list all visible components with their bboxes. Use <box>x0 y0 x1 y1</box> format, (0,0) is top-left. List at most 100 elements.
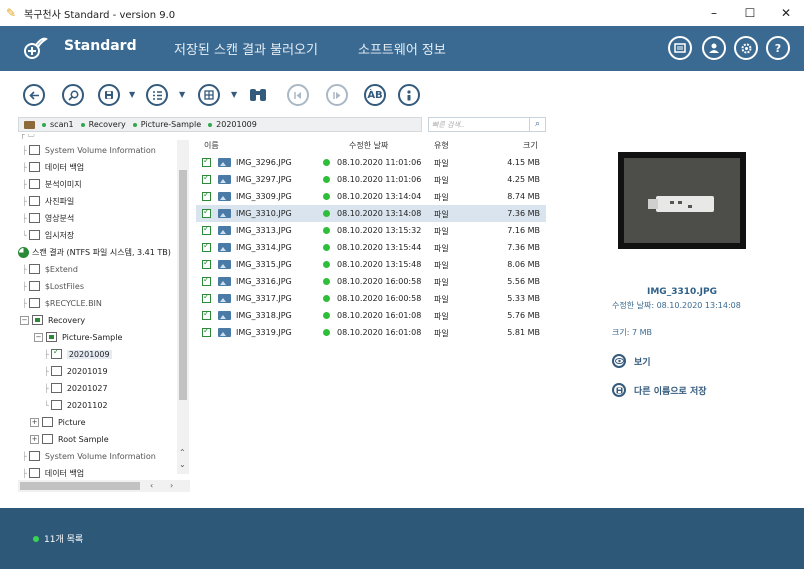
user-icon[interactable] <box>702 36 726 60</box>
grid-view-dropdown-caret[interactable]: ▼ <box>231 90 239 99</box>
row-checkbox[interactable] <box>202 275 211 286</box>
row-checkbox[interactable] <box>202 241 211 252</box>
search-icon[interactable] <box>62 84 84 106</box>
tree-item[interactable]: ├ 사진파일 <box>22 193 74 209</box>
image-file-icon <box>218 243 231 252</box>
tree-item[interactable]: ├ $RECYCLE.BIN <box>22 295 102 311</box>
expand-icon[interactable]: + <box>30 434 39 444</box>
tree-item[interactable]: └ 20201102 <box>44 397 108 413</box>
search-icon[interactable]: ⌕ <box>529 118 545 131</box>
file-size: 4.15 MB <box>507 158 540 167</box>
tree-item[interactable]: ├ 분석이미지 <box>22 176 82 192</box>
row-checkbox[interactable] <box>202 190 211 201</box>
tree-item[interactable]: ├ 데이터 백업 <box>22 159 84 175</box>
row-checkbox[interactable] <box>202 258 211 269</box>
tree-scan-result[interactable]: 스캔 결과 (NTFS 파일 시스템, 3.41 TB) <box>18 244 171 260</box>
tree-item-picture[interactable]: + Picture <box>30 414 86 430</box>
save-icon[interactable] <box>98 84 120 106</box>
expand-icon[interactable]: + <box>30 417 39 427</box>
table-row[interactable]: IMG_3315.JPG 08.10.2020 13:15:48 파일 8.06 MB <box>196 256 546 273</box>
tree-item[interactable]: └ 임시저장 <box>22 227 74 243</box>
collapse-icon[interactable]: − <box>20 315 29 325</box>
table-row[interactable]: IMG_3319.JPG 08.10.2020 16:01:08 파일 5.81 MB <box>196 324 546 341</box>
file-size: 5.76 MB <box>507 311 540 320</box>
table-row[interactable]: IMG_3317.JPG 08.10.2020 16:00:58 파일 5.33 MB <box>196 290 546 307</box>
collapse-icon[interactable]: − <box>34 332 43 342</box>
row-checkbox[interactable] <box>202 173 211 184</box>
column-type[interactable]: 유형 <box>434 140 449 151</box>
tree-item-selected[interactable]: ├20201009 <box>44 346 112 362</box>
tree-item[interactable]: ├ 20201027 <box>44 380 108 396</box>
find-icon[interactable] <box>248 86 268 104</box>
tree-item[interactable]: ├ System Volume Information <box>22 448 156 464</box>
table-row[interactable]: IMG_3309.JPG 08.10.2020 13:14:04 파일 8.74 MB <box>196 188 546 205</box>
tree-item[interactable]: ├ 20201019 <box>44 363 108 379</box>
tree-item[interactable]: ├ System Volume Information <box>22 142 156 158</box>
nav-load-scan[interactable]: 저장된 스캔 결과 불러오기 <box>174 39 318 58</box>
help-icon[interactable]: ? <box>766 36 790 60</box>
prev-icon[interactable] <box>287 84 309 106</box>
breadcrumb: scan1 Recovery Picture-Sample 20201009 <box>18 117 422 132</box>
tree-item-root-sample[interactable]: + Root Sample <box>30 431 109 447</box>
breadcrumb-item[interactable]: scan1 <box>42 120 74 129</box>
file-name: IMG_3310.JPG <box>236 209 292 218</box>
view-button[interactable]: 보기 <box>612 354 651 368</box>
case-icon[interactable]: ÀB <box>364 84 386 106</box>
nav-software-info[interactable]: 소프트웨어 정보 <box>358 39 446 58</box>
scrollbar-thumb[interactable] <box>20 482 140 490</box>
scroll-left-icon[interactable]: ‹ <box>150 481 153 490</box>
breadcrumb-item[interactable]: 20201009 <box>208 120 257 129</box>
minimize-button[interactable]: – <box>696 0 732 26</box>
image-file-icon <box>218 328 231 337</box>
table-row[interactable]: IMG_3314.JPG 08.10.2020 13:15:44 파일 7.36 MB <box>196 239 546 256</box>
next-icon[interactable] <box>326 84 348 106</box>
tree-item-picture-sample[interactable]: − Picture-Sample <box>34 329 122 345</box>
row-checkbox[interactable] <box>202 292 211 303</box>
scroll-down-icon[interactable]: ⌄ <box>179 460 186 469</box>
maximize-button[interactable]: ☐ <box>732 0 768 26</box>
tree-item[interactable]: ├ 데이터 백업 <box>22 465 84 481</box>
row-checkbox[interactable] <box>202 309 211 320</box>
column-name[interactable]: 이름 <box>204 140 219 151</box>
row-checkbox[interactable] <box>202 224 211 235</box>
column-date[interactable]: 수정한 날짜 <box>349 140 388 151</box>
grid-view-icon[interactable] <box>198 84 220 106</box>
tree-horizontal-scrollbar[interactable]: ‹ › <box>18 480 190 492</box>
image-file-icon <box>218 294 231 303</box>
status-dot-icon <box>323 193 330 200</box>
scrollbar-thumb[interactable] <box>179 170 187 400</box>
table-row[interactable]: IMG_3296.JPG 08.10.2020 11:01:06 파일 4.15 MB <box>196 154 546 171</box>
image-file-icon <box>218 209 231 218</box>
breadcrumb-item[interactable]: Picture-Sample <box>132 120 201 129</box>
list-view-icon[interactable] <box>146 84 168 106</box>
message-icon[interactable] <box>668 36 692 60</box>
close-button[interactable]: ✕ <box>768 0 804 26</box>
back-icon[interactable] <box>23 84 45 106</box>
tree-item[interactable]: ├ $Extend <box>22 261 78 277</box>
file-list: 이름 수정한 날짜 유형 크기 IMG_3296.JPG 08.10.2020 1… <box>196 134 546 492</box>
tree-item-recovery[interactable]: − Recovery <box>20 312 85 328</box>
table-row[interactable]: IMG_3318.JPG 08.10.2020 16:01:08 파일 5.76 MB <box>196 307 546 324</box>
breadcrumb-item[interactable]: Recovery <box>80 120 126 129</box>
table-row[interactable]: IMG_3313.JPG 08.10.2020 13:15:32 파일 7.16 MB <box>196 222 546 239</box>
column-size[interactable]: 크기 <box>523 140 538 151</box>
title-bar: ✎ 복구천사 Standard - version 9.0 – ☐ ✕ <box>0 0 804 26</box>
info-icon[interactable] <box>398 84 420 106</box>
save-as-button[interactable]: 다른 이름으로 저장 <box>612 383 707 397</box>
settings-icon[interactable] <box>734 36 758 60</box>
tree-item[interactable]: ├ $LostFiles <box>22 278 84 294</box>
row-checkbox[interactable] <box>202 207 211 218</box>
table-row[interactable]: IMG_3297.JPG 08.10.2020 11:01:06 파일 4.25 MB <box>196 171 546 188</box>
table-row-selected[interactable]: IMG_3310.JPG 08.10.2020 13:14:08 파일 7.36 MB <box>196 205 546 222</box>
save-dropdown-caret[interactable]: ▼ <box>129 90 137 99</box>
scroll-up-icon[interactable]: ⌃ <box>179 448 186 457</box>
row-checkbox[interactable] <box>202 156 211 167</box>
row-checkbox[interactable] <box>202 326 211 337</box>
app-window: ✎ 복구천사 Standard - version 9.0 – ☐ ✕ Stan… <box>0 0 804 569</box>
tree-item[interactable]: ├ 영상분석 <box>22 210 74 226</box>
tree-vertical-scrollbar[interactable]: ⌃ ⌄ <box>177 140 189 474</box>
scroll-right-icon[interactable]: › <box>170 481 173 490</box>
list-view-dropdown-caret[interactable]: ▼ <box>179 90 187 99</box>
search-input[interactable]: 빠른 검색.. ⌕ <box>428 117 546 132</box>
table-row[interactable]: IMG_3316.JPG 08.10.2020 16:00:58 파일 5.56 MB <box>196 273 546 290</box>
